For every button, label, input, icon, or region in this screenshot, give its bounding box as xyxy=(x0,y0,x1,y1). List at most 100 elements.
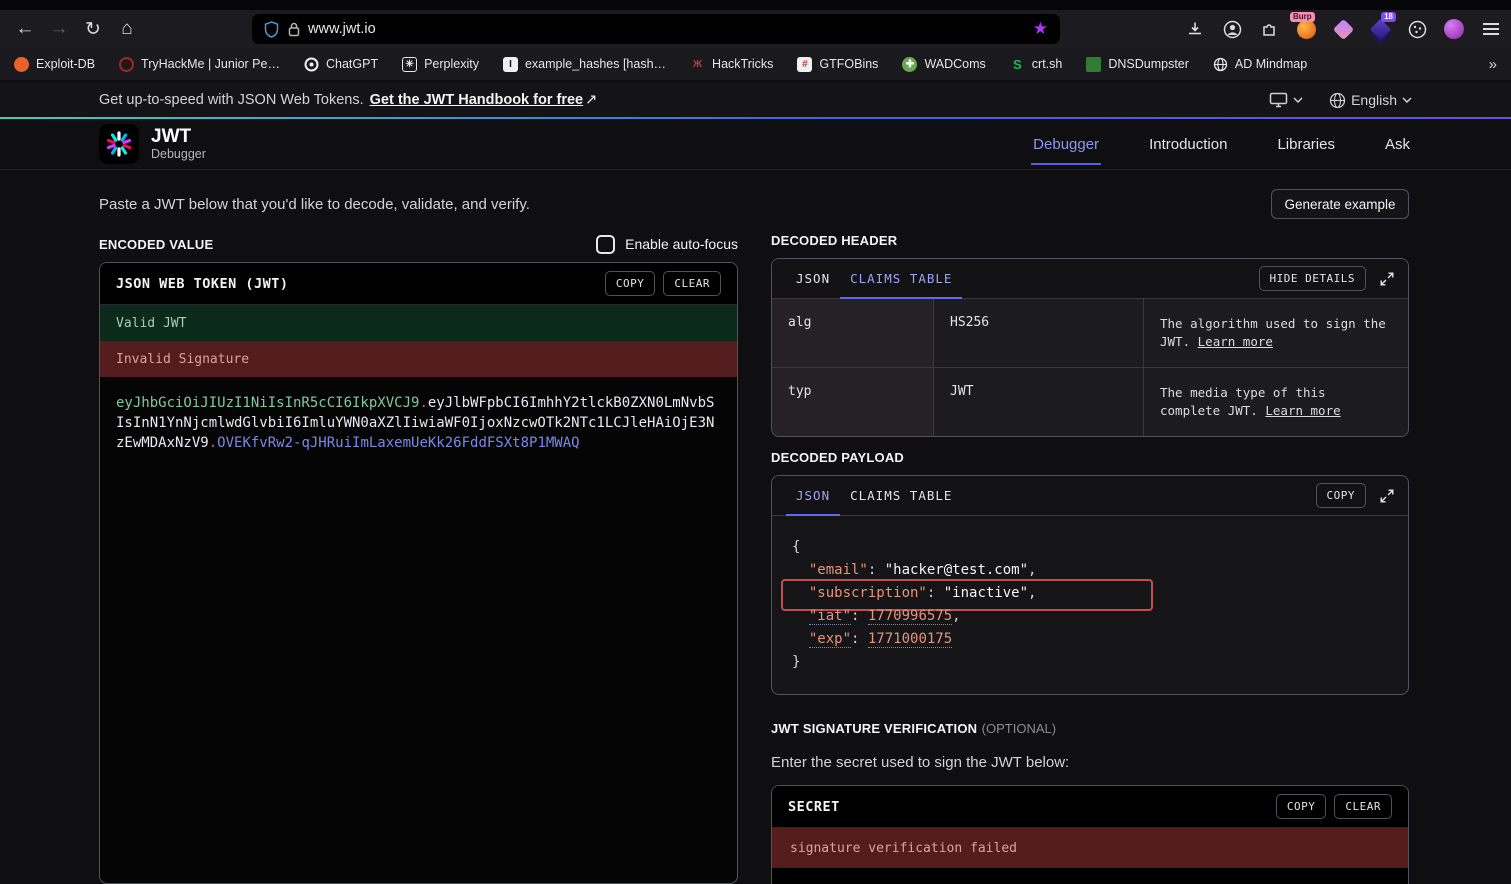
language-selector[interactable]: English xyxy=(1329,92,1412,109)
generate-example-button[interactable]: Generate example xyxy=(1271,189,1409,219)
encoded-value-column: ENCODED VALUE Enable auto-focus JSON WEB… xyxy=(99,233,738,884)
bookmark-tryhackme[interactable]: TryHackMe | Junior Pe… xyxy=(119,57,280,72)
secret-card-title: SECRET xyxy=(788,799,840,815)
logo-title: JWT xyxy=(151,127,206,147)
bookmark-perplexity[interactable]: ✳ Perplexity xyxy=(402,57,479,72)
signature-failed-status: signature verification failed xyxy=(772,828,1408,868)
bookmark-dnsdumpster[interactable]: DNSDumpster xyxy=(1086,57,1189,72)
claim-exp-line: "exp": 1771000175 xyxy=(792,628,1388,651)
secret-card: SECRET COPY CLEAR signature verification… xyxy=(771,785,1409,884)
gtfobins-icon: # xyxy=(797,57,812,72)
logo-subtitle: Debugger xyxy=(151,147,206,161)
extensions-puzzle-icon[interactable] xyxy=(1257,17,1281,41)
claim-description: The media type of this complete JWT. Lea… xyxy=(1144,367,1408,436)
tracking-shield-icon[interactable] xyxy=(264,21,279,38)
payload-tab-claims-table[interactable]: CLAIMS TABLE xyxy=(840,488,962,515)
lock-icon[interactable] xyxy=(288,22,300,37)
nav-debugger[interactable]: Debugger xyxy=(1031,122,1101,167)
burp-suite-extension-icon[interactable]: Burp xyxy=(1294,17,1318,41)
header-tab-claims-table[interactable]: CLAIMS TABLE xyxy=(840,271,962,298)
heading-jwt-encoder: JWT Encoder xyxy=(305,168,478,169)
bookmark-gtfobins[interactable]: # GTFOBins xyxy=(797,57,878,72)
dnsdumpster-icon xyxy=(1086,57,1101,72)
language-label: English xyxy=(1351,92,1397,108)
jwt-logo-icon[interactable] xyxy=(99,124,139,164)
burp-badge: Burp xyxy=(1290,12,1315,22)
nav-introduction[interactable]: Introduction xyxy=(1147,122,1229,167)
back-button[interactable]: ← xyxy=(8,14,42,44)
bookmarks-bar: Exploit-DB TryHackMe | Junior Pe… ChatGP… xyxy=(0,48,1511,80)
chatgpt-icon xyxy=(304,57,319,72)
bookmark-exploit-db[interactable]: Exploit-DB xyxy=(14,57,95,72)
expand-icon[interactable] xyxy=(1380,272,1394,286)
url-bar[interactable]: www.jwt.io ★ xyxy=(252,14,1060,44)
decoded-payload-label: DECODED PAYLOAD xyxy=(771,450,1409,475)
menu-hamburger-icon[interactable] xyxy=(1479,17,1503,41)
crtsh-icon: S xyxy=(1010,57,1025,72)
bookmarks-overflow-chevron[interactable]: » xyxy=(1489,56,1497,73)
bookmark-star-icon[interactable]: ★ xyxy=(1033,19,1048,39)
payload-tab-json[interactable]: JSON xyxy=(786,488,840,515)
nav-libraries[interactable]: Libraries xyxy=(1275,122,1337,167)
claim-value: JWT xyxy=(934,367,1144,436)
learn-more-link[interactable]: Learn more xyxy=(1265,403,1340,418)
chevron-down-icon xyxy=(1402,97,1412,103)
secret-copy-button[interactable]: COPY xyxy=(1276,794,1327,819)
hide-details-button[interactable]: HIDE DETAILS xyxy=(1259,266,1366,291)
expand-icon[interactable] xyxy=(1380,489,1394,503)
wadcoms-icon: ✚ xyxy=(902,57,917,72)
bookmark-chatgpt[interactable]: ChatGPT xyxy=(304,57,378,72)
promo-text: Get up-to-speed with JSON Web Tokens. xyxy=(99,92,364,108)
wappalyzer-extension-icon[interactable]: 18 xyxy=(1368,17,1392,41)
hacktricks-icon: Ж xyxy=(690,57,705,72)
url-text[interactable]: www.jwt.io xyxy=(308,21,1033,37)
external-link-icon: ↗ xyxy=(585,92,597,108)
tab-strip xyxy=(0,0,1511,10)
token-copy-button[interactable]: COPY xyxy=(605,271,656,296)
jwt-token-card: JSON WEB TOKEN (JWT) COPY CLEAR Valid JW… xyxy=(99,262,738,884)
account-icon[interactable] xyxy=(1220,17,1244,41)
forward-button[interactable]: → xyxy=(42,14,76,44)
toolbar-actions: Burp 18 xyxy=(1183,10,1503,48)
learn-more-link[interactable]: Learn more xyxy=(1198,334,1273,349)
header-tab-json[interactable]: JSON xyxy=(786,271,840,298)
claim-key: alg xyxy=(772,299,934,367)
secret-input[interactable]: a-string-secret-at-least-256-bits-long xyxy=(772,868,1408,884)
token-card-title: JSON WEB TOKEN (JWT) xyxy=(116,276,289,292)
site-nav: Debugger Introduction Libraries Ask xyxy=(1031,122,1412,167)
bookmark-hacktricks[interactable]: Ж HackTricks xyxy=(690,57,773,72)
jwt-io-page: Get up-to-speed with JSON Web Tokens. Ge… xyxy=(0,80,1511,884)
claim-iat-line: "iat": 1770996575, xyxy=(792,605,1388,628)
bookmark-wadcoms[interactable]: ✚ WADComs xyxy=(902,57,985,72)
autofocus-checkbox[interactable] xyxy=(596,235,615,254)
autofocus-toggle[interactable]: Enable auto-focus xyxy=(596,235,738,254)
theme-selector[interactable] xyxy=(1269,92,1303,108)
decoded-column: DECODED HEADER JSON CLAIMS TABLE HIDE DE… xyxy=(771,233,1409,884)
gradient-diamond-extension-icon[interactable] xyxy=(1331,17,1355,41)
foxyproxy-extension-icon[interactable] xyxy=(1442,17,1466,41)
payload-json-view[interactable]: { "email": "hacker@test.com", "subscript… xyxy=(772,516,1408,694)
bookmark-crtsh[interactable]: S crt.sh xyxy=(1010,57,1063,72)
secret-clear-button[interactable]: CLEAR xyxy=(1334,794,1392,819)
clipped-page-heading: JWT Decoder JWT Encoder xyxy=(99,168,799,173)
invalid-signature-status: Invalid Signature xyxy=(100,341,737,377)
downloads-icon[interactable] xyxy=(1183,17,1207,41)
reload-button[interactable]: ↻ xyxy=(76,14,110,44)
payload-copy-button[interactable]: COPY xyxy=(1316,483,1367,508)
home-button[interactable]: ⌂ xyxy=(110,14,144,44)
tryhackme-icon xyxy=(119,57,134,72)
nav-ask[interactable]: Ask xyxy=(1383,122,1412,167)
valid-jwt-status: Valid JWT xyxy=(100,305,737,341)
chevron-down-icon xyxy=(1293,97,1303,103)
bookmark-example-hashes[interactable]: I example_hashes [hash… xyxy=(503,57,666,72)
cookie-extension-icon[interactable] xyxy=(1405,17,1429,41)
header-claims-table: alg HS256 The algorithm used to sign the… xyxy=(772,299,1408,436)
bookmark-ad-mindmap[interactable]: AD Mindmap xyxy=(1213,57,1307,72)
jwt-token-input[interactable]: eyJhbGciOiJIUzI1NiIsInR5cCI6IkpXVCJ9.eyJ… xyxy=(100,377,737,469)
browser-toolbar: ← → ↻ ⌂ www.jwt.io ★ xyxy=(0,10,1511,48)
handbook-link[interactable]: Get the JWT Handbook for free xyxy=(370,92,584,108)
encoded-value-label: ENCODED VALUE xyxy=(99,237,213,252)
token-clear-button[interactable]: CLEAR xyxy=(663,271,721,296)
ad-mindmap-globe-icon xyxy=(1213,57,1228,72)
heading-jwt-decoder: JWT Decoder xyxy=(99,168,272,169)
